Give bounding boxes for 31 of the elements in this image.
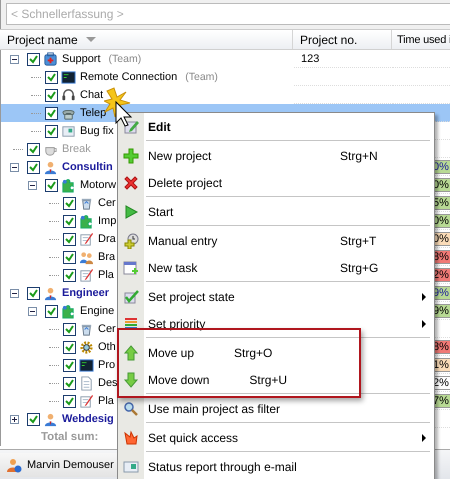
project-name: Break (62, 143, 91, 155)
project-name: Motorw (80, 179, 116, 191)
shortcut-label: Strg+T (340, 234, 376, 248)
project-name: Engineer (62, 287, 110, 299)
project-name: Pro (98, 359, 116, 371)
team-label: (Team) (108, 53, 142, 65)
project-name: Pla (98, 269, 114, 281)
project-name: Remote Connection (80, 71, 178, 83)
project-name: Cer (98, 197, 116, 209)
user-name: Marvin Demouser (27, 458, 114, 470)
shortcut-label: Strg+G (340, 260, 378, 274)
project-name: Pla (98, 395, 114, 407)
team-label: (Team) (185, 71, 218, 83)
project-number: 123 (301, 52, 320, 64)
shortcut-label: Strg+N (340, 148, 378, 162)
project-name: Telep (80, 107, 106, 119)
project-name: Webdesig (62, 413, 114, 425)
project-name: Des (98, 377, 118, 389)
project-name: Engine (80, 305, 114, 317)
project-name: Cer (98, 323, 116, 335)
total-label: Total sum: (41, 431, 98, 443)
project-name: Support (62, 53, 101, 65)
project-name: Bug fix (80, 125, 114, 137)
shortcut-label: Strg+U (249, 372, 288, 386)
project-name: Bra (98, 251, 116, 263)
project-name: Consultin (62, 161, 113, 173)
project-name: Chat (80, 89, 104, 101)
project-name: Imp (98, 215, 116, 227)
shortcut-label: Strg+O (234, 346, 272, 360)
project-name: Dra (98, 233, 116, 245)
project-name: Oth (98, 341, 116, 353)
